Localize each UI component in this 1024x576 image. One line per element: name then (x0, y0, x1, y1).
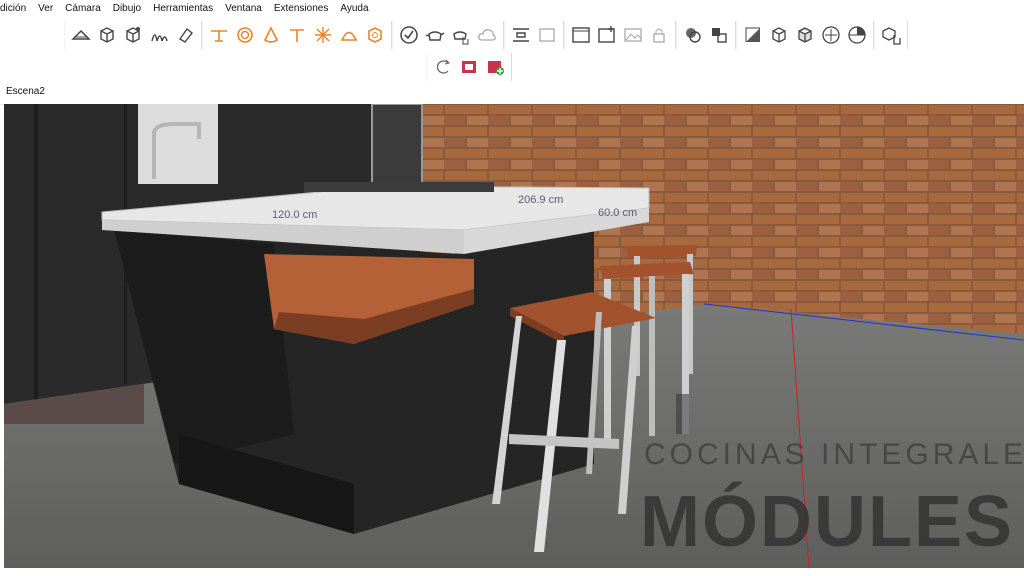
menu-edicion[interactable]: dición (0, 0, 32, 18)
menu-ventana[interactable]: Ventana (219, 0, 268, 18)
window-add-icon[interactable] (594, 22, 620, 48)
status-bar (0, 568, 1024, 576)
dimension-width: 120.0 cm (272, 209, 317, 221)
toolbar-group-solid (676, 21, 736, 49)
dimension-depth: 60.0 cm (598, 207, 637, 219)
eraser-icon[interactable] (172, 22, 198, 48)
toolbar-group-extra (874, 21, 908, 49)
toolbar-group-render (392, 21, 504, 49)
menu-ayuda[interactable]: Ayuda (334, 0, 374, 18)
toolbar-group-shapes (202, 21, 392, 49)
component-hand-icon[interactable] (878, 22, 904, 48)
validate-icon[interactable] (396, 22, 422, 48)
scene-tab-escena2[interactable]: Escena2 (6, 86, 45, 97)
extension-add-icon[interactable] (482, 54, 508, 80)
cloud-icon[interactable] (474, 22, 500, 48)
roof-icon[interactable] (206, 22, 232, 48)
box-icon[interactable] (362, 22, 388, 48)
lamp-icon[interactable] (284, 22, 310, 48)
watermark-line1: COCINAS INTEGRALES (644, 438, 1024, 471)
window-image-icon[interactable] (620, 22, 646, 48)
menu-bar: dición Ver Cámara Dibujo Herramientas Ve… (0, 0, 1024, 18)
watermark-line2: MÓDULES (640, 481, 1014, 562)
section-plane-icon[interactable] (68, 22, 94, 48)
toolbar-row-2 (426, 53, 512, 81)
teapot-icon[interactable] (422, 22, 448, 48)
menu-extensiones[interactable]: Extensiones (268, 0, 334, 18)
shaded-icon[interactable] (818, 22, 844, 48)
viewport[interactable]: 120.0 cm 206.9 cm 60.0 cm COCINAS INTEGR… (4, 104, 1024, 568)
wireframe-icon[interactable] (766, 22, 792, 48)
toolbar-group-modeling (64, 21, 202, 49)
xray-icon[interactable] (740, 22, 766, 48)
sun-icon[interactable] (310, 22, 336, 48)
circle-icon[interactable] (232, 22, 258, 48)
oven (371, 104, 423, 185)
dome-icon[interactable] (336, 22, 362, 48)
menu-dibujo[interactable]: Dibujo (107, 0, 147, 18)
toolbar-group-layout (504, 21, 564, 49)
dynamic-component-icon[interactable] (120, 22, 146, 48)
reload-icon[interactable] (430, 54, 456, 80)
lock-icon[interactable] (646, 22, 672, 48)
sandbox-icon[interactable] (146, 22, 172, 48)
layout-icon[interactable] (508, 22, 534, 48)
marble-backsplash (138, 104, 218, 184)
intersect-icon[interactable] (680, 22, 706, 48)
scene-tabs: Escena2 (0, 82, 1024, 105)
warehouse-icon[interactable] (456, 54, 482, 80)
textured-icon[interactable] (844, 22, 870, 48)
component-icon[interactable] (94, 22, 120, 48)
menu-camara[interactable]: Cámara (59, 0, 107, 18)
menu-ver[interactable]: Ver (32, 0, 59, 18)
dimension-length: 206.9 cm (518, 194, 563, 206)
toolbar-group-styles (736, 21, 874, 49)
cone-icon[interactable] (258, 22, 284, 48)
menu-herramientas[interactable]: Herramientas (147, 0, 219, 18)
window-icon[interactable] (568, 22, 594, 48)
toolbar-row-1 (64, 20, 908, 50)
toolbar-group-windows (564, 21, 676, 49)
toolbar-group-warehouse (426, 53, 512, 81)
move-component-icon[interactable] (706, 22, 732, 48)
frame-icon[interactable] (534, 22, 560, 48)
hidden-line-icon[interactable] (792, 22, 818, 48)
teapot-hand-icon[interactable] (448, 22, 474, 48)
